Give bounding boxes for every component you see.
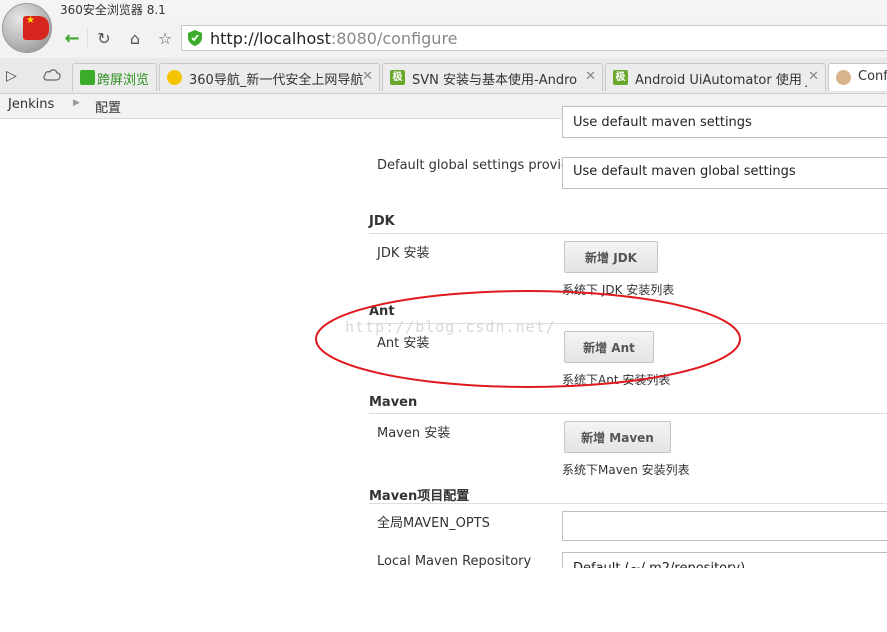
360-logo-icon: [167, 70, 182, 85]
refresh-icon: ↻: [97, 28, 111, 48]
close-icon[interactable]: ✕: [362, 69, 373, 84]
nav-divider: [87, 29, 88, 47]
address-bar[interactable]: http://localhost:8080/configure: [181, 25, 887, 51]
tab-label: Android UiAutomator 使用 Je: [635, 73, 807, 88]
breadcrumb-jenkins[interactable]: Jenkins: [8, 97, 54, 112]
jdk-install-label: JDK 安装: [377, 246, 430, 261]
ant-section-title: Ant: [369, 304, 395, 319]
flag-star-icon: ★: [26, 15, 35, 26]
navigation-bar: ← ↻ ⌂ ☆ http://localhost:8080/configure: [0, 22, 887, 56]
blank-area: [0, 568, 887, 632]
local-repo-label: Local Maven Repository: [377, 554, 532, 569]
tab-360-navigation[interactable]: 360导航_新一代安全上网导航 ✕: [159, 63, 380, 91]
home-button[interactable]: ⌂: [123, 26, 147, 50]
maven-hint: 系统下Maven 安装列表: [562, 463, 690, 477]
bookmark-button[interactable]: ☆: [153, 26, 177, 50]
divider: [369, 413, 887, 414]
tab-label: SVN 安装与基本使用-Android: [412, 73, 577, 88]
maven-opts-input[interactable]: [562, 511, 887, 541]
sidebar-toggle-icon[interactable]: ▷: [6, 68, 17, 84]
watermark-text: http://blog.csdn.net/: [345, 318, 556, 336]
divider: [369, 503, 887, 504]
tab-label: Conf: [858, 69, 887, 84]
tab-label: 360导航_新一代安全上网导航: [189, 73, 364, 88]
browser-chrome: 360安全浏览器 8.1 ← ↻ ⌂ ☆ http://localhost:80…: [0, 0, 887, 119]
divider: [369, 233, 887, 234]
home-icon: ⌂: [129, 28, 141, 48]
jdk-section-title: JDK: [369, 214, 395, 229]
back-arrow-icon: ←: [64, 27, 80, 49]
url-text: http://localhost:8080/configure: [210, 29, 458, 48]
phone-icon: [80, 70, 95, 85]
tab-cross-screen[interactable]: 跨屏浏览: [72, 63, 157, 91]
maven-opts-label: 全局MAVEN_OPTS: [377, 516, 490, 531]
close-icon[interactable]: ✕: [585, 69, 596, 84]
star-icon: ☆: [157, 28, 173, 48]
csdn-icon: 极: [613, 70, 628, 85]
shield-icon: [188, 30, 202, 46]
browser-title: 360安全浏览器 8.1: [60, 3, 166, 17]
tab-configure[interactable]: Conf: [828, 63, 887, 91]
maven-install-label: Maven 安装: [377, 426, 451, 441]
refresh-button[interactable]: ↻: [92, 26, 116, 50]
tab-label: 跨屏浏览: [97, 73, 150, 88]
browser-logo-icon: ★: [2, 3, 52, 53]
tab-uiautomator[interactable]: 极 Android UiAutomator 使用 Je ✕: [605, 63, 826, 91]
maven-section-title: Maven: [369, 395, 418, 410]
title-bar: 360安全浏览器 8.1: [0, 0, 887, 22]
add-ant-button[interactable]: 新增 Ant: [564, 331, 654, 363]
jdk-hint: 系统下 JDK 安装列表: [562, 283, 675, 297]
breadcrumb-chevron-icon[interactable]: ▶: [73, 98, 80, 108]
url-path: :8080/configure: [330, 29, 458, 48]
add-jdk-button[interactable]: 新增 JDK: [564, 241, 658, 273]
global-settings-label: Default global settings provider: [377, 158, 583, 173]
jenkins-icon: [836, 70, 851, 85]
back-button[interactable]: ←: [60, 26, 84, 50]
maven-project-section-title: Maven项目配置: [369, 489, 470, 504]
add-maven-button[interactable]: 新增 Maven: [564, 421, 671, 453]
tab-svn[interactable]: 极 SVN 安装与基本使用-Android ✕: [382, 63, 603, 91]
ant-hint: 系统下Ant 安装列表: [562, 373, 671, 387]
breadcrumb-configure[interactable]: 配置: [95, 97, 121, 116]
csdn-icon: 极: [390, 70, 405, 85]
cloud-icon[interactable]: [43, 67, 61, 81]
global-settings-select[interactable]: Use default maven global settings: [562, 157, 887, 189]
url-host: http://localhost: [210, 29, 331, 48]
tab-bar: ▷ 跨屏浏览 360导航_新一代安全上网导航 ✕ 极 SVN 安装与基本使用-A…: [0, 58, 887, 94]
maven-settings-select[interactable]: Use default maven settings: [562, 106, 887, 138]
close-icon[interactable]: ✕: [808, 69, 819, 84]
